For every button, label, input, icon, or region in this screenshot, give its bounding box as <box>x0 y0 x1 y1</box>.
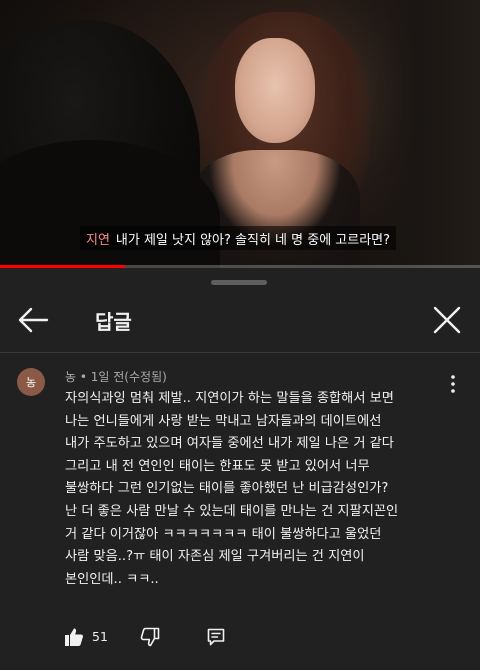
reply-comment-icon[interactable] <box>206 627 226 647</box>
video-person-face <box>235 38 315 143</box>
drag-handle[interactable] <box>211 280 267 285</box>
comment-time: 1일 전(수정됨) <box>90 370 167 384</box>
video-subtitle: 지연 내가 제일 낫지 않아? 솔직히 네 명 중에 고르라면? <box>80 226 397 250</box>
comment-actions: 51 <box>0 624 480 652</box>
comment-author[interactable]: 농 <box>65 370 76 384</box>
comment-line: 그리고 내 전 연인인 태이는 한표도 못 받고 있어서 너무 <box>65 458 370 474</box>
thumbs-down-icon[interactable] <box>140 627 160 647</box>
comment-line: 본인인데.. ㅋㅋ.. <box>65 571 159 587</box>
comment-line: 난 더 좋은 사람 만날 수 있는데 태이를 만나는 건 지팔지꼰인 <box>65 503 399 519</box>
subtitle-speaker: 지연 <box>86 232 110 248</box>
video-player[interactable]: 지연 내가 제일 낫지 않아? 솔직히 네 명 중에 고르라면? <box>0 0 480 268</box>
comment-line: 불쌍하다 그런 인기없는 태이를 좋아했던 난 비급감성인가? <box>65 481 389 497</box>
comment-line: 사람 맞음..?ㅠ 태이 자존심 제일 구겨버리는 건 지연이 <box>65 549 365 565</box>
close-icon[interactable] <box>430 304 464 336</box>
header-divider <box>0 352 480 353</box>
meta-separator: • <box>79 370 87 384</box>
subtitle-text: 내가 제일 낫지 않아? 솔직히 네 명 중에 고르라면? <box>115 232 391 248</box>
page-title: 답글 <box>95 310 132 334</box>
comment-line: 자의식과잉 멈춰 제발.. 지연이가 하는 말들을 종합해서 보면 <box>65 391 394 406</box>
comment-line: 나는 언니들에게 사랑 받는 막내고 남자들과의 데이트에선 <box>65 413 382 429</box>
comment-meta: 농 • 1일 전(수정됨) <box>65 368 167 385</box>
comment-line: 거 같다 이거잖아 ㅋㅋㅋㅋㅋㅋㅋ 태이 불쌍하다고 울었던 <box>65 526 382 542</box>
arrow-left-icon[interactable] <box>16 305 50 335</box>
avatar[interactable]: 농 <box>17 368 45 396</box>
thumbs-up-icon[interactable] <box>64 627 84 647</box>
replies-panel: 답글 농 농 • 1일 전(수정됨) 자의식과잉 멈춰 제발.. 지연이가 하는… <box>0 268 480 670</box>
like-count: 51 <box>92 629 108 644</box>
comment-text: 자의식과잉 멈춰 제발.. 지연이가 하는 말들을 종합해서 보면 나는 언니들… <box>65 388 465 591</box>
comment-line: 내가 주도하고 있으며 여자들 중에선 내가 제일 나은 거 같다 <box>65 436 394 452</box>
panel-header: 답글 <box>0 296 480 344</box>
